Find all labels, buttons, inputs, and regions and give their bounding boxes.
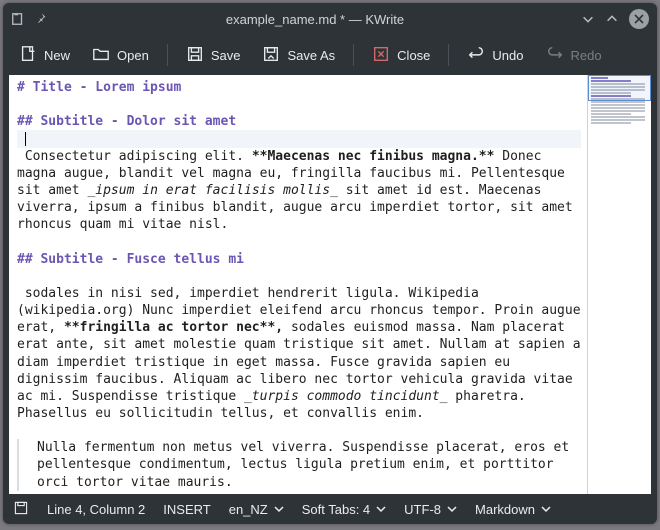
chevron-down-icon [447, 504, 457, 514]
toolbar: New Open Save Save As Close Undo Redo [3, 35, 657, 75]
file-new-icon [19, 45, 37, 66]
minimize-icon[interactable] [581, 12, 595, 26]
redo-label: Redo [571, 48, 602, 63]
redo-icon [546, 45, 564, 66]
encoding-label: UTF-8 [404, 502, 441, 517]
chevron-down-icon [376, 504, 386, 514]
save-indicator-icon[interactable] [13, 500, 29, 519]
app-menu-icon[interactable] [11, 12, 25, 26]
encoding-selector[interactable]: UTF-8 [404, 502, 457, 517]
locale-selector[interactable]: en_NZ [229, 502, 284, 517]
save-icon [186, 45, 204, 66]
chevron-down-icon [541, 504, 551, 514]
locale-label: en_NZ [229, 502, 268, 517]
indented-block: Nulla fermentum non metus vel viverra. S… [17, 439, 581, 490]
save-label: Save [211, 48, 241, 63]
folder-open-icon [92, 45, 110, 66]
syntax-label: Markdown [475, 502, 535, 517]
titlebar: example_name.md * — KWrite [3, 3, 657, 35]
cursor-position[interactable]: Line 4, Column 2 [47, 502, 145, 517]
close-document-button[interactable]: Close [364, 41, 438, 70]
new-button[interactable]: New [11, 41, 78, 70]
text-editor[interactable]: # Title - Lorem ipsum ## Subtitle - Dolo… [9, 75, 587, 494]
statusbar: Line 4, Column 2 INSERT en_NZ Soft Tabs:… [3, 494, 657, 524]
app-window: example_name.md * — KWrite New Open Save [3, 3, 657, 524]
save-button[interactable]: Save [178, 41, 249, 70]
paragraph-text: Consectetur adipiscing elit. **Maecenas … [17, 149, 581, 233]
current-line [17, 130, 581, 147]
undo-label: Undo [492, 48, 523, 63]
close-window-button[interactable] [629, 9, 649, 29]
heading-2: ## Subtitle - Dolor sit amet [17, 114, 236, 129]
redo-button[interactable]: Redo [538, 41, 610, 70]
edit-mode[interactable]: INSERT [163, 502, 210, 517]
undo-button[interactable]: Undo [459, 41, 531, 70]
save-as-label: Save As [287, 48, 335, 63]
close-label: Close [397, 48, 430, 63]
open-button[interactable]: Open [84, 41, 157, 70]
toolbar-separator [448, 44, 449, 66]
save-as-button[interactable]: Save As [254, 41, 343, 70]
undo-icon [467, 45, 485, 66]
window-title: example_name.md * — KWrite [49, 12, 581, 27]
heading-1: # Title - Lorem ipsum [17, 80, 181, 95]
pin-icon[interactable] [35, 12, 49, 26]
chevron-down-icon [274, 504, 284, 514]
close-icon [372, 45, 390, 66]
paragraph-text: sodales in nisi sed, imperdiet hendrerit… [17, 286, 587, 421]
new-label: New [44, 48, 70, 63]
syntax-selector[interactable]: Markdown [475, 502, 551, 517]
maximize-icon[interactable] [605, 12, 619, 26]
minimap[interactable] [587, 75, 651, 494]
save-as-icon [262, 45, 280, 66]
text-caret [25, 132, 26, 146]
open-label: Open [117, 48, 149, 63]
toolbar-separator [353, 44, 354, 66]
indentation-selector[interactable]: Soft Tabs: 4 [302, 502, 386, 517]
toolbar-separator [167, 44, 168, 66]
indent-label: Soft Tabs: 4 [302, 502, 370, 517]
minimap-viewport[interactable] [588, 75, 651, 101]
heading-2: ## Subtitle - Fusce tellus mi [17, 252, 244, 267]
editor-area: # Title - Lorem ipsum ## Subtitle - Dolo… [9, 75, 651, 494]
